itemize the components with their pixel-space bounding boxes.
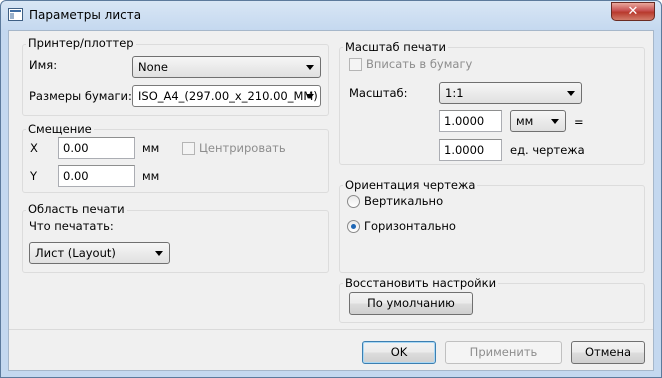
app-window-icon: [8, 8, 23, 21]
chevron-down-icon: [306, 65, 314, 70]
printer-name-value: None: [138, 60, 169, 74]
chevron-down-icon: [567, 91, 575, 96]
chevron-down-icon: [551, 119, 559, 124]
dialog-window: Параметры листа ✕ Принтер/плоттер Имя: N…: [0, 0, 662, 378]
landscape-radio[interactable]: [347, 220, 360, 233]
offset-y-unit: мм: [142, 169, 160, 183]
portrait-radio[interactable]: [347, 195, 360, 208]
landscape-label: Горизонтально: [364, 219, 456, 233]
units-value: мм: [516, 114, 534, 128]
paper-size-select[interactable]: ISO_A4_(297.00_x_210.00_MM): [132, 85, 321, 107]
what-to-print-select[interactable]: Лист (Layout): [29, 242, 170, 264]
fit-to-paper-label: Вписать в бумагу: [366, 57, 473, 71]
restore-group-label: Восстановить настройки: [343, 276, 499, 290]
offset-group-label: Смещение: [26, 122, 94, 136]
offset-y-input[interactable]: 0.00: [58, 165, 135, 187]
chevron-down-icon: [155, 251, 163, 256]
ok-button[interactable]: OK: [362, 341, 436, 364]
printer-name-label: Имя:: [29, 58, 58, 72]
drawing-units-input[interactable]: 1.0000: [439, 139, 502, 161]
print-area-group-label: Область печати: [26, 202, 127, 216]
printer-group-label: Принтер/плоттер: [26, 36, 136, 50]
window-title: Параметры листа: [29, 8, 142, 22]
chevron-down-icon: [306, 94, 314, 99]
offset-x-unit: мм: [142, 141, 160, 155]
center-checkbox-label: Центрировать: [199, 141, 286, 155]
fit-to-paper-checkbox[interactable]: [349, 58, 362, 71]
what-to-print-value: Лист (Layout): [35, 246, 116, 260]
scale-value: 1:1: [445, 86, 464, 100]
paper-size-label: Размеры бумаги:: [29, 89, 132, 103]
equals-sign: =: [574, 115, 584, 129]
apply-button[interactable]: Применить: [445, 341, 562, 364]
dialog-client-area: Принтер/плоттер Имя: None Размеры бумаги…: [8, 30, 654, 371]
separator: [9, 329, 653, 330]
cancel-button[interactable]: Отмена: [571, 341, 645, 364]
printer-name-select[interactable]: None: [132, 56, 321, 78]
units-select[interactable]: мм: [510, 110, 566, 132]
title-bar[interactable]: Параметры листа ✕: [1, 1, 661, 29]
portrait-label: Вертикально: [364, 194, 444, 208]
offset-y-label: Y: [30, 169, 38, 183]
drawing-units-label: ед. чертежа: [510, 143, 585, 157]
scale-label: Масштаб:: [349, 86, 408, 100]
print-scale-group-label: Масштаб печати: [343, 40, 448, 54]
center-checkbox[interactable]: [182, 142, 195, 155]
orientation-group-label: Ориентация чертежа: [343, 178, 478, 192]
close-button[interactable]: ✕: [611, 2, 655, 21]
scale-select[interactable]: 1:1: [439, 82, 582, 104]
close-icon: ✕: [627, 4, 639, 19]
paper-units-input[interactable]: 1.0000: [439, 110, 502, 132]
paper-size-value: ISO_A4_(297.00_x_210.00_MM): [138, 89, 318, 103]
what-to-print-label: Что печатать:: [29, 219, 114, 233]
restore-defaults-button[interactable]: По умолчанию: [349, 292, 473, 315]
offset-x-input[interactable]: 0.00: [58, 137, 135, 159]
offset-x-label: X: [30, 141, 38, 155]
